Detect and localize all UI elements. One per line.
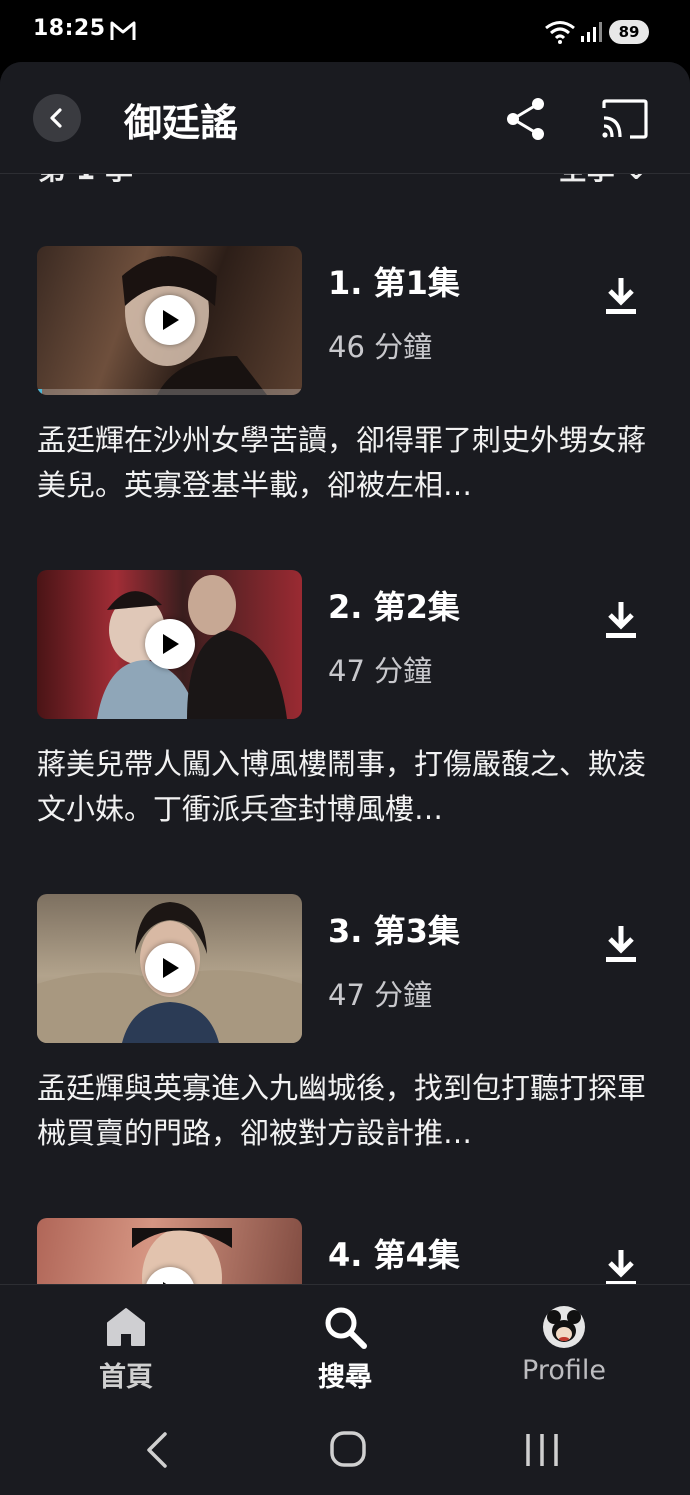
play-button[interactable] [145,295,195,345]
episode-duration: 46 分鐘 [328,330,433,364]
page-title: 御廷謠 [124,101,239,145]
nav-search[interactable]: 搜尋 [265,1285,425,1413]
system-navigation [0,1412,690,1495]
play-icon [163,310,179,330]
play-icon [163,958,179,978]
episode-description: 蔣美兒帶人闖入博風樓鬧事，打傷嚴馥之、欺凌文小妹。丁衝派兵查封博風樓… [37,747,647,826]
episode-title: 4. 第4集 [328,1236,460,1274]
back-button[interactable] [33,94,81,142]
home-icon [107,1308,145,1346]
episode-item[interactable]: 1. 第1集 46 分鐘 孟廷輝在沙州女學苦讀，卻得罪了刺史外甥女蔣美兒。英寡登… [0,246,690,546]
episode-item[interactable]: 2. 第2集 47 分鐘 蔣美兒帶人闖入博風樓鬧事，打傷嚴馥之、欺凌文小妹。丁衝… [0,570,690,870]
nav-profile[interactable]: Profile [484,1285,644,1413]
system-recents-icon[interactable] [512,1428,572,1472]
episode-title: 3. 第3集 [328,912,460,950]
play-icon [163,634,179,654]
nav-search-label: 搜尋 [318,1362,372,1393]
cast-icon[interactable] [600,98,650,140]
download-icon[interactable] [602,600,640,640]
episode-item[interactable]: 3. 第3集 47 分鐘 孟廷輝與英寡進入九幽城後，找到包打聽打探軍械買賣的門路… [0,894,690,1194]
app-screen: 御廷謠 第 1 季 全季 ⌄ 1. 第1集 46 分鐘 孟廷輝在沙州女學苦讀，卻… [0,62,690,1495]
episode-title: 1. 第1集 [328,264,460,302]
search-icon [325,1307,367,1349]
nav-home[interactable]: 首頁 [46,1285,206,1413]
episode-thumbnail[interactable] [37,246,302,395]
avatar [543,1306,585,1348]
episode-title: 2. 第2集 [328,588,460,626]
progress-track [37,389,302,395]
nav-home-label: 首頁 [99,1362,153,1393]
status-bar: 18:25 89 [0,0,690,62]
system-home-icon[interactable] [318,1428,378,1472]
episode-description: 孟廷輝與英寡進入九幽城後，找到包打聽打探軍械買賣的門路，卻被對方設計推… [37,1071,647,1150]
battery-indicator: 89 [609,20,649,44]
chevron-left-icon [50,108,62,128]
status-time: 18:25 [33,16,106,41]
download-icon[interactable] [602,924,640,964]
watch-progress-bar [37,389,43,395]
nav-profile-label: Profile [522,1355,606,1386]
episode-thumbnail[interactable] [37,570,302,719]
play-button[interactable] [145,943,195,993]
download-icon[interactable] [602,1248,640,1288]
play-button[interactable] [145,619,195,669]
download-icon[interactable] [602,276,640,316]
bottom-navigation: 首頁 搜尋 Profile [0,1284,690,1412]
episode-duration: 47 分鐘 [328,978,433,1012]
wifi-icon [545,21,575,44]
share-icon[interactable] [503,96,549,142]
episode-description: 孟廷輝在沙州女學苦讀，卻得罪了刺史外甥女蔣美兒。英寡登基半載，卻被左相… [37,423,647,502]
gmail-icon [110,21,136,40]
header: 御廷謠 [0,62,690,174]
signal-icon [581,22,602,42]
episode-thumbnail[interactable] [37,894,302,1043]
episode-duration: 47 分鐘 [328,654,433,688]
system-back-icon[interactable] [127,1428,187,1472]
